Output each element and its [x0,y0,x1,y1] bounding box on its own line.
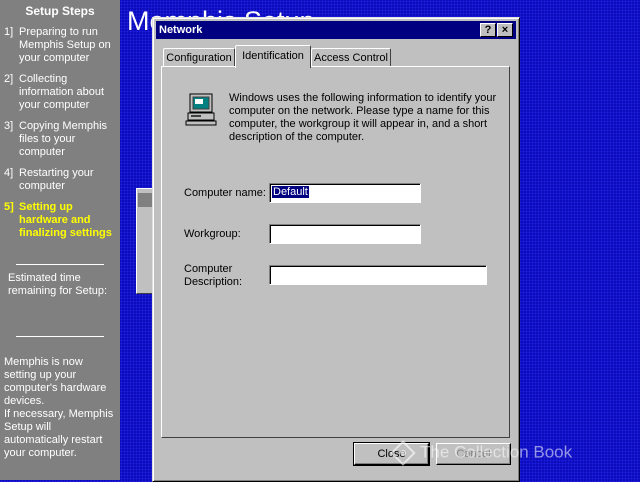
step-number: 5] [4,201,14,213]
computer-description-label: Computer Description: [184,263,243,288]
workgroup-label: Workgroup: [184,228,241,240]
tab-identification[interactable]: Identification [235,45,311,68]
step-label: Preparing to run Memphis Setup on your c… [19,26,111,64]
computer-description-field[interactable] [269,265,487,285]
computer-name-label: Computer name: [184,187,266,199]
help-button[interactable]: ? [480,23,496,37]
sidebar-heading: Setup Steps [25,4,95,18]
collection-book-logo-icon [390,440,416,466]
computer-name-field[interactable]: Default [269,183,421,203]
step-number: 2] [4,73,14,85]
network-dialog: Network ? × Configuration Identification… [152,17,520,482]
identification-panel: Windows uses the following information t… [161,66,510,438]
identification-intro: Windows uses the following information t… [229,92,497,143]
help-icon: ? [484,24,492,36]
tab-access-control[interactable]: Access Control [311,48,391,67]
step-label: Setting up hardware and finalizing setti… [19,201,112,239]
title-close-button[interactable]: × [497,23,513,37]
sidebar-divider [16,264,104,265]
workgroup-field[interactable] [269,224,421,244]
estimated-time-label: Estimated time remaining for Setup: [8,272,108,297]
status-text: Memphis is now setting up your computer'… [4,356,107,407]
step-label: Collecting information about your comput… [19,73,104,111]
step-label: Restarting your computer [19,167,94,192]
dialog-title: Network [159,24,203,36]
step-number: 3] [4,120,14,132]
watermark-text: The Collection Book [420,442,573,462]
tab-configuration[interactable]: Configuration [163,48,235,67]
step-number: 4] [4,167,14,179]
step-number: 1] [4,26,14,38]
dialog-titlebar[interactable]: Network ? × [156,21,516,39]
close-icon: × [501,24,509,36]
step-label: Copying Memphis files to your computer [19,120,108,158]
restart-note: If necessary, Memphis Setup will automat… [4,408,114,459]
watermark: The Collection Book [390,440,572,466]
network-computer-icon [185,93,217,126]
setup-steps-sidebar: Setup Steps 1] Preparing to run Memphis … [0,0,120,480]
background-window-tab [138,193,152,207]
sidebar-divider [16,336,104,337]
computer-name-value: Default [272,186,309,198]
